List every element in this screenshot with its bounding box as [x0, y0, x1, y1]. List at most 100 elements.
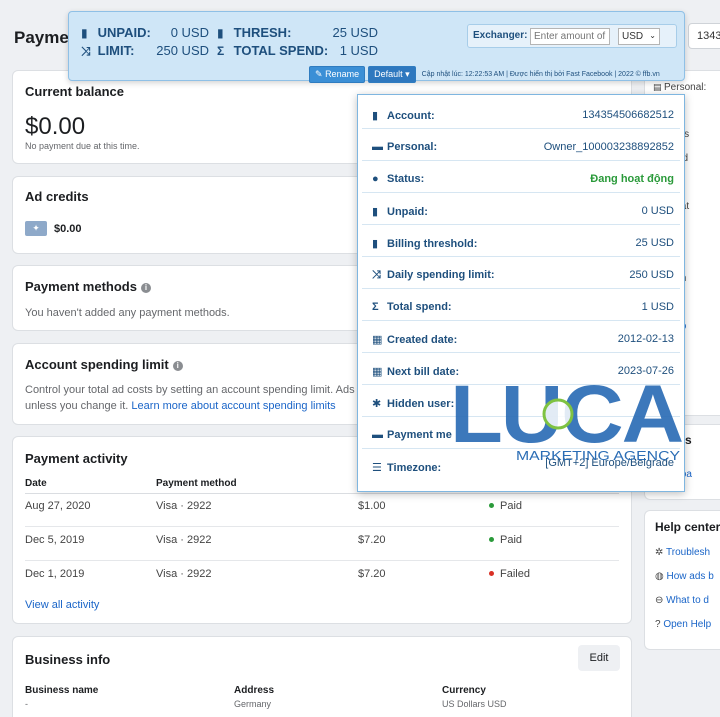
- unpaid-stat: ▮ UNPAID:: [81, 25, 151, 40]
- help-item-what-to-do[interactable]: ⊖ What to d: [655, 595, 709, 606]
- row-value: 0 USD: [641, 205, 674, 217]
- spending-limit-title: Account spending limit: [25, 357, 169, 372]
- exchanger-amount-input[interactable]: [530, 28, 610, 45]
- row-value: 250 USD: [629, 269, 674, 281]
- popup-row-created: ▦ Created date: 2012-02-13: [362, 325, 680, 353]
- status-text: Paid: [500, 534, 523, 546]
- default-label: Default: [374, 68, 403, 79]
- currency-value: US Dollars USD: [442, 699, 507, 709]
- payment-methods-heading: Payment methods i: [25, 279, 151, 294]
- address-value: Germany: [234, 699, 272, 709]
- unpaid-label: UNPAID:: [97, 25, 151, 40]
- extension-summary-bar: ▮ UNPAID: 0 USD ▮ THRESH: 25 USD ⤨ LIMIT…: [68, 11, 685, 83]
- row-date: Dec 5, 2019: [25, 534, 85, 546]
- payment-activity-title: Payment activity: [25, 451, 128, 466]
- business-name-label: Business name: [25, 685, 99, 696]
- default-dropdown[interactable]: Default ▾: [368, 65, 416, 83]
- shuffle-icon: ⤨: [81, 44, 91, 58]
- unpaid-row-label: ▮ Unpaid:: [372, 205, 428, 218]
- row-date: Aug 27, 2020: [25, 500, 91, 512]
- row-status: Paid: [489, 500, 522, 512]
- row-label: Personal:: [387, 141, 438, 153]
- file-icon: ▮: [217, 26, 224, 40]
- help-center-title: Help center: [655, 520, 720, 534]
- learn-more-link[interactable]: Learn more about account spending limits: [131, 400, 335, 412]
- row-label: Unpaid:: [387, 206, 428, 218]
- row-value: 2023-07-26: [617, 365, 674, 377]
- status-text: Paid: [500, 500, 523, 512]
- row-label: Created date:: [387, 334, 458, 346]
- popup-row-threshold: ▮ Billing threshold: 25 USD: [362, 229, 680, 257]
- tools-icon: ✲: [655, 547, 664, 558]
- row-value: 1 USD: [641, 301, 674, 313]
- help-item-how-ads[interactable]: ◍ How ads b: [655, 571, 714, 582]
- row-value: 2012-02-13: [617, 333, 674, 345]
- edit-icon: ✎: [315, 68, 323, 79]
- bag-icon: ▤: [653, 82, 665, 92]
- popup-row-next-bill: ▦ Next bill date: 2023-07-26: [362, 357, 680, 385]
- row-value: 134354506682512: [582, 109, 674, 121]
- thresh-value: 25 USD: [332, 25, 378, 40]
- exchanger-box: Exchanger: USD ⌄: [467, 24, 677, 48]
- account-row-label: ▮ Account:: [372, 109, 435, 122]
- row-value: [GMT+2] Europe/Belgrade: [545, 457, 674, 469]
- spending-limit-text: Control your total ad costs by setting a…: [25, 384, 369, 396]
- table-row[interactable]: Dec 1, 2019 Visa · 2922 $7.20 Failed: [25, 565, 619, 595]
- row-label: Daily spending limit:: [387, 269, 495, 281]
- currency-selected: USD: [622, 31, 644, 42]
- row-amount: $7.20: [358, 568, 386, 580]
- calendar-icon: ▦: [372, 334, 383, 346]
- account-details-popup: ▮ Account: 134354506682512 ▬ Personal: Owner…: [357, 94, 685, 492]
- help-item-open-help[interactable]: ? Open Help: [655, 619, 711, 630]
- ad-credits-title: Ad credits: [25, 189, 89, 204]
- unpaid-value: 0 USD: [170, 25, 209, 40]
- list-icon: ☰: [372, 462, 382, 474]
- table-row[interactable]: Dec 5, 2019 Visa · 2922 $7.20 Paid: [25, 531, 619, 561]
- info-icon[interactable]: i: [172, 361, 183, 371]
- payment-method-row-label: ▬ Payment me: [372, 429, 452, 441]
- shuffle-icon: ⤨: [372, 269, 381, 281]
- document-icon: ▮: [372, 110, 379, 122]
- next-bill-row-label: ▦ Next bill date:: [372, 365, 459, 378]
- account-id-field[interactable]: 1343: [688, 23, 720, 49]
- row-label: Billing threshold:: [387, 238, 478, 250]
- col-method-header: Payment method: [156, 478, 237, 489]
- chevron-down-icon: ⌄: [649, 31, 656, 40]
- spending-limit-text-prefix: unless you change it.: [25, 400, 129, 412]
- business-info-title: Business info: [25, 652, 111, 667]
- currency-select[interactable]: USD ⌄: [618, 28, 660, 45]
- total-spend-value: 1 USD: [339, 43, 378, 58]
- extension-footer: ✎ Rename Default ▾ Cập nhật lúc: 12:22:5…: [309, 65, 660, 83]
- check-circle-icon: ●: [372, 173, 379, 185]
- thresh-stat: ▮ THRESH:: [217, 25, 291, 40]
- row-value: Owner_100003238892852: [543, 141, 674, 153]
- credit-card-icon: ▬: [372, 429, 383, 441]
- info-icon[interactable]: i: [140, 283, 151, 293]
- row-label: Timezone:: [387, 462, 442, 474]
- row-amount: $1.00: [358, 500, 386, 512]
- balance-note: No payment due at this time.: [25, 141, 140, 151]
- popup-row-payment-method: ▬ Payment me: [362, 421, 680, 449]
- limit-stat: ⤨ LIMIT:: [81, 43, 134, 59]
- ad-credits-amount: $0.00: [54, 223, 82, 235]
- total-spend-stat: Σ TOTAL SPEND:: [217, 43, 328, 58]
- edit-button[interactable]: Edit: [578, 645, 620, 671]
- help-item-label: What to d: [666, 595, 709, 606]
- help-item-troubleshoot[interactable]: ✲ Troublesh: [655, 547, 710, 558]
- row-status: Failed: [489, 568, 530, 580]
- paid-dot: [489, 537, 494, 542]
- calendar-icon: ▦: [372, 366, 383, 378]
- view-all-activity-link[interactable]: View all activity: [25, 599, 99, 611]
- row-method: Visa · 2922: [156, 568, 212, 580]
- table-row[interactable]: Aug 27, 2020 Visa · 2922 $1.00 Paid: [25, 497, 619, 527]
- row-value: 25 USD: [635, 237, 674, 249]
- popup-row-account: ▮ Account: 134354506682512: [362, 101, 680, 129]
- row-label: Total spend:: [387, 301, 452, 313]
- help-center-panel: Help center ✲ Troublesh ◍ How ads b ⊖ Wh…: [644, 510, 720, 650]
- row-status: Paid: [489, 534, 522, 546]
- current-balance-title: Current balance: [25, 84, 124, 99]
- activity-header-divider: [25, 493, 619, 494]
- threshold-row-label: ▮ Billing threshold:: [372, 237, 477, 250]
- rename-button[interactable]: ✎ Rename: [309, 65, 366, 83]
- popup-row-personal: ▬ Personal: Owner_100003238892852: [362, 133, 680, 161]
